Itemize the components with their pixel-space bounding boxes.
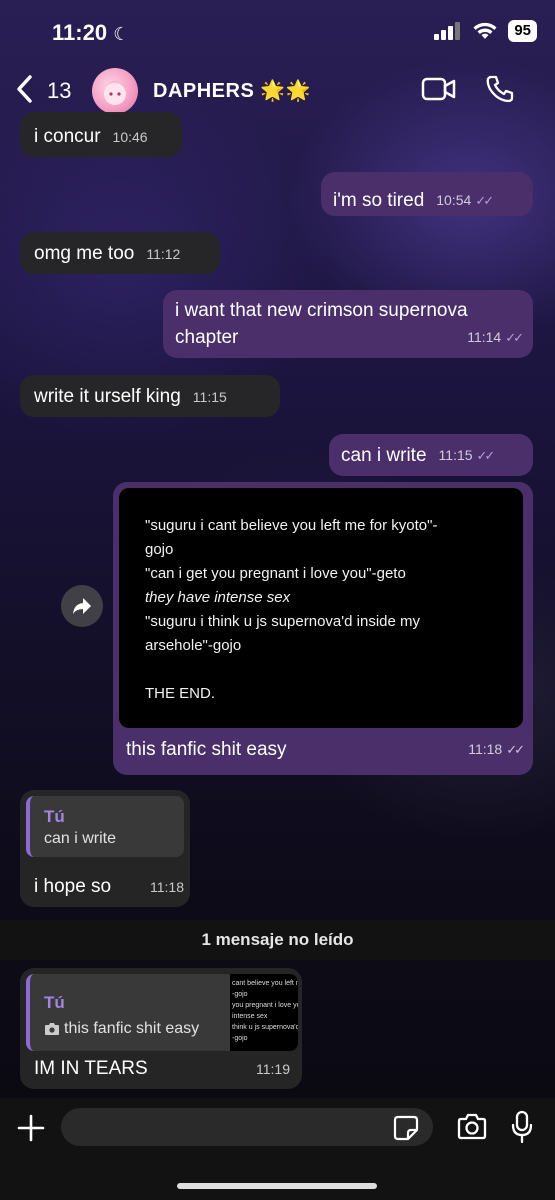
image-text-line: THE END. xyxy=(145,685,216,702)
thumb-text-line: think u js supernova'd inside xyxy=(232,1024,298,1031)
forward-button[interactable] xyxy=(61,585,103,627)
message-text: omg me too xyxy=(34,243,135,264)
reply-quote[interactable]: Tú can i write xyxy=(26,796,184,857)
moon-icon: ☾ xyxy=(113,24,130,44)
message-text: i'm so tired xyxy=(333,190,425,211)
message-text: write it urself king xyxy=(34,386,181,407)
message-time: 11:15 xyxy=(192,389,227,405)
read-ticks-icon: ✓✓ xyxy=(505,330,524,345)
message-bubble-outgoing[interactable]: i'm so tired 10:54 ✓✓ xyxy=(321,172,533,216)
reply-quote[interactable]: Tú this fanfic shit easy cant believe yo… xyxy=(26,974,298,1051)
image-text-line: "suguru i think u js supernova'd inside … xyxy=(145,613,420,630)
forward-arrow-icon xyxy=(73,598,91,614)
message-text-line2: chapter xyxy=(175,327,239,348)
back-chevron-icon[interactable] xyxy=(14,74,36,104)
image-text-line xyxy=(145,658,497,682)
reply-text: this fanfic shit easy xyxy=(64,1020,200,1037)
camera-icon xyxy=(45,1023,59,1035)
battery-indicator: 95 xyxy=(508,20,537,42)
message-bubble-outgoing-image[interactable]: "suguru i cant believe you left me for k… xyxy=(113,482,533,775)
message-time: 11:12 xyxy=(146,246,181,262)
thumb-text-line: cant believe you left me for kyo xyxy=(232,980,298,987)
message-time: 10:54 xyxy=(436,192,472,208)
read-ticks-icon: ✓✓ xyxy=(476,448,496,463)
screenshot-image[interactable]: "suguru i cant believe you left me for k… xyxy=(119,488,523,728)
message-bubble-incoming[interactable]: write it urself king 11:15 xyxy=(20,375,280,417)
delivered-ticks-icon: ✓✓ xyxy=(506,742,525,757)
phone-call-icon[interactable] xyxy=(485,74,515,104)
status-icons: 95 xyxy=(434,20,537,42)
message-text: i want that new crimson supernova xyxy=(175,300,468,321)
sticker-icon[interactable] xyxy=(393,1115,419,1141)
message-text: i hope so xyxy=(34,876,112,897)
image-text-line: "suguru i cant believe you left me for k… xyxy=(145,517,438,534)
message-time: 11:18 xyxy=(468,741,503,757)
message-bubble-incoming[interactable]: i concur 10:46 xyxy=(20,112,182,157)
unread-count[interactable]: 13 xyxy=(47,78,71,104)
message-time: 11:18 xyxy=(150,879,184,895)
chat-title[interactable]: DAPHERS 🌟🌟 xyxy=(153,78,311,103)
add-icon[interactable] xyxy=(17,1114,45,1142)
message-bubble-incoming-reply[interactable]: Tú this fanfic shit easy cant believe yo… xyxy=(20,968,302,1089)
thumb-text-line: -gojo xyxy=(232,1035,248,1042)
image-text-line: "can i get you pregnant i love you"-geto xyxy=(145,565,406,582)
message-time: 11:19 xyxy=(256,1061,290,1077)
home-indicator xyxy=(177,1183,377,1189)
message-bubble-outgoing[interactable]: can i write 11:15 ✓✓ xyxy=(329,434,533,476)
reply-thumbnail: cant believe you left me for kyo -gojo y… xyxy=(230,974,298,1051)
thumb-text-line: intense sex xyxy=(232,1013,268,1020)
reply-text: can i write xyxy=(44,830,117,847)
message-time: 10:46 xyxy=(112,129,148,145)
message-text: can i write xyxy=(341,445,427,466)
video-call-icon[interactable] xyxy=(421,76,457,102)
status-time: 11:20 ☾ xyxy=(52,20,130,45)
message-bubble-outgoing[interactable]: i want that new crimson supernova chapte… xyxy=(163,290,533,358)
thumb-text-line: -gojo xyxy=(232,991,248,998)
image-text-line: gojo xyxy=(145,541,174,558)
reply-author: Tú xyxy=(44,807,65,826)
microphone-icon[interactable] xyxy=(511,1110,533,1144)
message-bubble-incoming-reply[interactable]: Tú can i write i hope so 11:18 xyxy=(20,790,190,907)
camera-icon[interactable] xyxy=(456,1113,488,1141)
image-text-line: they have intense sex xyxy=(145,589,291,606)
thumb-text-line: you pregnant i love you"-getc xyxy=(232,1002,298,1009)
read-ticks-icon: ✓✓ xyxy=(475,193,494,208)
message-text: i concur xyxy=(34,126,101,147)
avatar[interactable] xyxy=(92,68,138,114)
message-input[interactable] xyxy=(61,1108,433,1146)
signal-icon xyxy=(434,22,461,40)
message-text: IM IN TEARS xyxy=(34,1058,148,1079)
message-time: 11:15 xyxy=(438,447,473,463)
wifi-icon xyxy=(473,22,497,39)
image-text-line: arsehole"-gojo xyxy=(145,637,242,654)
message-time: 11:14 xyxy=(467,329,502,345)
message-bubble-incoming[interactable]: omg me too 11:12 xyxy=(20,232,220,274)
unread-divider: 1 mensaje no leído xyxy=(0,920,555,960)
message-caption: this fanfic shit easy xyxy=(126,739,287,760)
